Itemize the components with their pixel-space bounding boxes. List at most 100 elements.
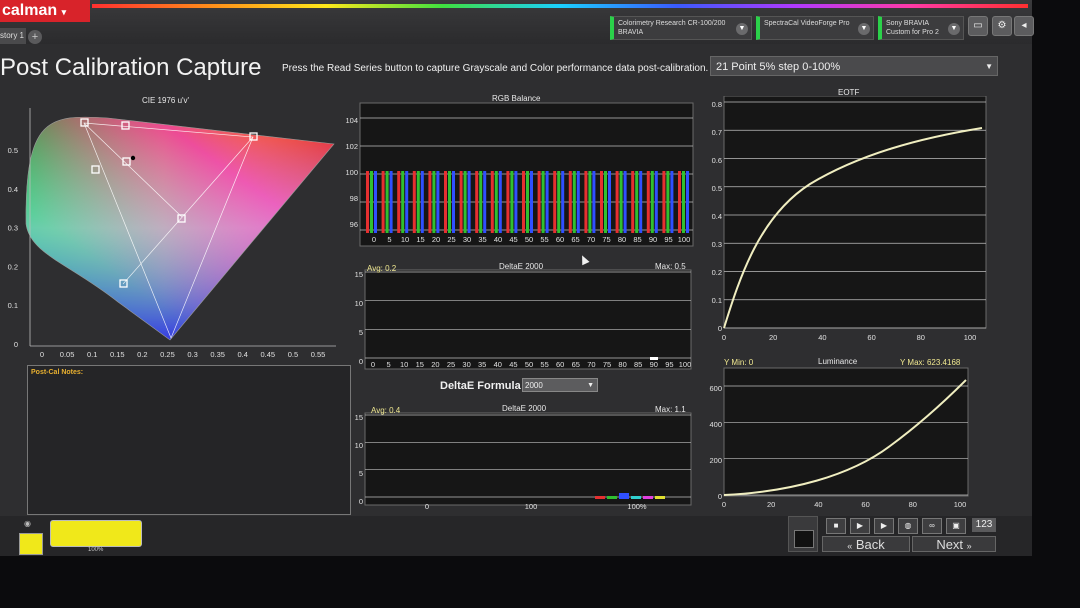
rgb-bar <box>526 171 529 233</box>
rgb-bar <box>666 171 670 233</box>
post-cal-notes-label: Post-Cal Notes: <box>31 369 84 376</box>
luminance-y-tick-label: 200 <box>709 456 722 465</box>
rgb-bar <box>588 171 592 233</box>
app-logo: calman <box>2 2 58 19</box>
loop-icon[interactable]: ∞ <box>922 518 942 534</box>
eotf-x-tick-label: 80 <box>917 333 925 342</box>
rgb-bar <box>650 171 654 233</box>
cie-x-tick-label: 0.4 <box>238 350 248 359</box>
deltae-gray-x-tick-label: 45 <box>509 360 517 369</box>
eotf-x-tick-label: 0 <box>722 333 726 342</box>
luminance-x-tick-label: 0 <box>722 500 726 509</box>
rgb-x-tick-label: 100 <box>678 235 691 244</box>
gear-icon[interactable]: ⚙ <box>992 16 1012 36</box>
page-instructions: Press the Read Series button to capture … <box>282 63 709 74</box>
luminance-y-tick-label: 400 <box>709 420 722 429</box>
meter-selector[interactable]: Colorimetry Research CR-100/200 BRAVIA ▼ <box>610 16 752 40</box>
deltae-gray-y-tick-label: 10 <box>355 299 363 308</box>
eye-icon[interactable]: ◉ <box>24 519 31 528</box>
rgb-x-tick-label: 80 <box>618 235 626 244</box>
cie-y-tick-label: 0.1 <box>8 301 18 310</box>
cie-y-tick-label: 0.4 <box>8 185 18 194</box>
rgb-bar <box>506 171 510 233</box>
chevron-down-icon: ▼ <box>948 23 960 35</box>
deltae-color-y-tick-label: 10 <box>355 441 363 450</box>
play-icon[interactable]: ▶ <box>850 518 870 534</box>
deltae-gray-x-tick-label: 55 <box>540 360 548 369</box>
rgb-y-tick-label: 98 <box>350 194 358 203</box>
play-next-icon[interactable]: ▶ <box>874 518 894 534</box>
cie-x-tick-label: 0.2 <box>137 350 147 359</box>
rgb-x-tick-label: 90 <box>649 235 657 244</box>
rgb-bar <box>510 171 514 233</box>
rgb-bar <box>432 171 436 233</box>
deltae-formula-select[interactable]: 2000 ▼ <box>522 378 598 392</box>
deltae-gray-x-tick-label: 95 <box>665 360 673 369</box>
deltae-grayscale-chart: 151050 0 5 10 15 20 25 30 35 40 45 50 55 60 65 70 75 80 8… <box>355 269 692 370</box>
rgb-x-tick-label: 55 <box>540 235 548 244</box>
cie-y-tick-label: 0.2 <box>8 262 18 271</box>
rgb-bar <box>420 171 424 233</box>
deltae-grayscale-max: Max: 0.5 <box>655 262 686 271</box>
eotf-x-tick-label: 60 <box>867 333 875 342</box>
rgb-balance-chart: 104 102 100 98 96 0 5 10 15 20 25 30 35 40 45 50 55 60 65… <box>345 102 694 247</box>
deltae-gray-x-tick-label: 90 <box>650 360 658 369</box>
rgb-bar <box>545 171 549 233</box>
rgb-bar <box>401 171 405 233</box>
series-select[interactable]: 21 Point 5% step 0-100% ▼ <box>710 56 998 76</box>
back-arrow-icon: « <box>847 541 853 551</box>
cie-x-tick-label: 0.55 <box>311 350 326 359</box>
cie-y-tick-label: 0.3 <box>8 224 18 233</box>
eotf-y-tick-label: 0.8 <box>712 100 722 109</box>
rgb-bar <box>635 171 639 233</box>
rgb-y-tick-label: 96 <box>350 220 358 229</box>
source-selector[interactable]: SpectraCal VideoForge Pro ▼ <box>756 16 874 40</box>
cie-x-tick-label: 0.05 <box>60 350 75 359</box>
rgb-bar <box>600 171 603 233</box>
calman-menu-button[interactable]: calman ▾ <box>0 0 90 22</box>
deltae-gray-x-tick-label: 35 <box>478 360 486 369</box>
rgb-bar <box>530 171 533 233</box>
read-series-button[interactable] <box>794 530 814 548</box>
eotf-y-tick-label: 0.5 <box>712 184 722 193</box>
back-button[interactable]: « Back <box>822 536 910 552</box>
display-selector[interactable]: Sony BRAVIA Custom for Pro 2 ▼ <box>878 16 964 40</box>
rgb-bar <box>483 171 487 233</box>
rgb-bar <box>678 171 681 233</box>
rgb-x-tick-label: 0 <box>372 235 376 244</box>
page-title: Post Calibration Capture <box>0 54 262 81</box>
counter: 123 <box>972 518 996 532</box>
eotf-x-tick-label: 100 <box>964 333 977 342</box>
save-icon[interactable]: ▣ <box>946 518 966 534</box>
source-name: SpectraCal VideoForge Pro <box>764 20 850 27</box>
deltae-color-y-tick-label: 15 <box>355 413 363 422</box>
eotf-y-tick-label: 0.1 <box>712 296 722 305</box>
deltae-gray-x-tick-label: 75 <box>603 360 611 369</box>
monitor-icon[interactable]: ▭ <box>968 16 988 36</box>
post-cal-notes[interactable]: Post-Cal Notes: <box>27 365 351 515</box>
tab-story-1[interactable]: story 1 <box>0 28 26 44</box>
rgb-bar <box>374 171 377 233</box>
add-tab-button[interactable]: + <box>28 30 42 44</box>
swatch-percent: 100% <box>88 547 104 553</box>
eotf-y-tick-label: 0.4 <box>712 212 722 221</box>
series-value: 21 Point 5% step 0-100% <box>716 61 841 73</box>
rgb-bar <box>412 171 416 233</box>
stop-icon[interactable]: ■ <box>826 518 846 534</box>
deltae-gray-x-tick-label: 80 <box>618 360 626 369</box>
rgb-bar <box>608 171 611 233</box>
record-icon[interactable]: ◍ <box>898 518 918 534</box>
luminance-chart: 6004002000 0 20 40 60 80 100 <box>709 367 969 509</box>
deltae-grayscale-avg: Avg: 0.2 <box>367 264 397 273</box>
deltae-color-y-tick-label: 5 <box>359 469 363 478</box>
rgb-bar <box>366 171 369 233</box>
next-button[interactable]: Next » <box>912 536 996 552</box>
color-swatch-small <box>19 533 43 555</box>
deltae-gray-x-tick-label: 50 <box>525 360 533 369</box>
back-icon[interactable]: ◂ <box>1014 16 1034 36</box>
cie-x-tick-label: 0.25 <box>160 350 175 359</box>
rgb-bar <box>557 171 561 233</box>
eotf-x-tick-label: 20 <box>769 333 777 342</box>
cie-x-tick-label: 0.3 <box>187 350 197 359</box>
rgb-y-tick-label: 102 <box>345 142 358 151</box>
